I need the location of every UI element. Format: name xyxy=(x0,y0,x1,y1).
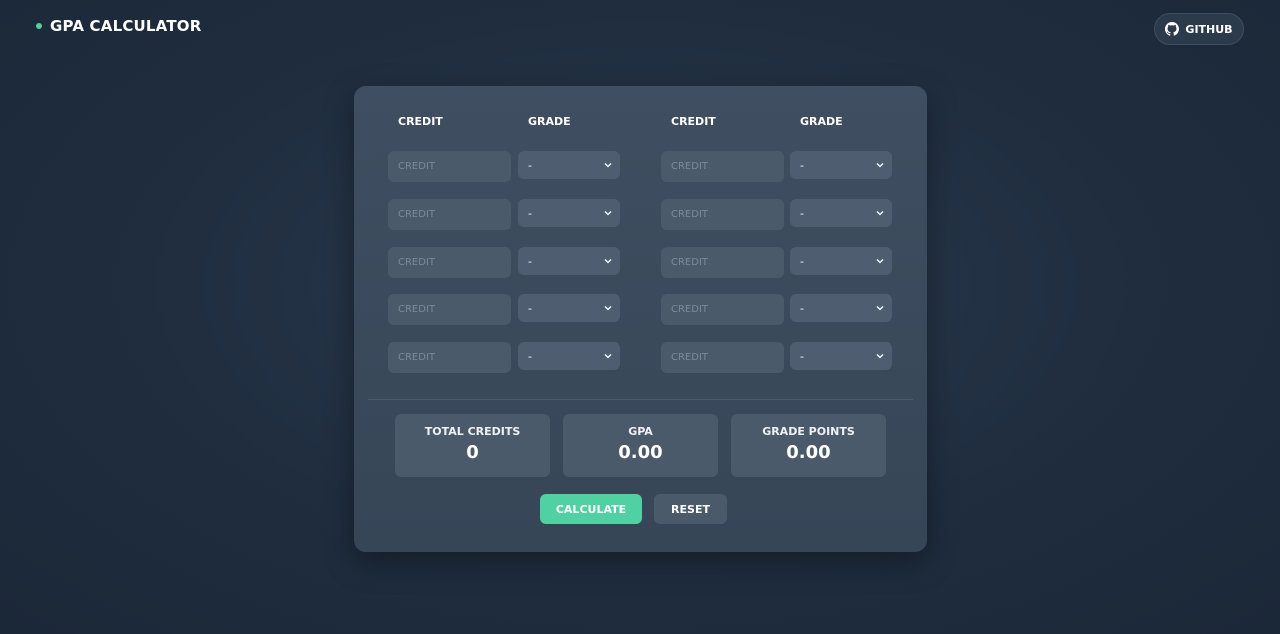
grade-value: - xyxy=(528,206,532,220)
chevron-down-icon xyxy=(604,163,612,168)
grade-select[interactable]: - xyxy=(790,247,892,275)
gpa-label: GPA xyxy=(628,425,653,438)
grade-value: - xyxy=(800,158,804,172)
github-icon xyxy=(1165,22,1180,36)
app-title: GPA CALCULATOR xyxy=(50,17,202,35)
grade-value: - xyxy=(528,158,532,172)
credit-header-left: CREDIT xyxy=(398,115,443,128)
brand: GPA CALCULATOR xyxy=(36,16,201,36)
chevron-down-icon xyxy=(876,211,884,216)
github-label: GITHUB xyxy=(1185,22,1233,36)
github-button[interactable]: GITHUB xyxy=(1154,13,1244,45)
grade-select[interactable]: - xyxy=(518,199,620,227)
grade-value: - xyxy=(528,349,532,363)
credit-input[interactable] xyxy=(661,247,784,278)
grade-value: - xyxy=(800,349,804,363)
grade-select[interactable]: - xyxy=(518,342,620,370)
grade-points-card: GRADE POINTS 0.00 xyxy=(731,414,886,477)
gpa-value: 0.00 xyxy=(618,442,663,463)
chevron-down-icon xyxy=(604,259,612,264)
grade-select[interactable]: - xyxy=(518,294,620,322)
grade-value: - xyxy=(800,254,804,268)
credit-input[interactable] xyxy=(388,151,511,182)
divider xyxy=(368,399,913,400)
grade-select[interactable]: - xyxy=(790,294,892,322)
chevron-down-icon xyxy=(604,306,612,311)
grade-points-label: GRADE POINTS xyxy=(762,425,855,438)
reset-button[interactable]: RESET xyxy=(654,494,727,524)
credit-input[interactable] xyxy=(388,342,511,373)
grade-points-value: 0.00 xyxy=(786,442,831,463)
gpa-card: GPA 0.00 xyxy=(563,414,718,477)
total-credits-value: 0 xyxy=(466,442,479,463)
grade-select[interactable]: - xyxy=(790,342,892,370)
credit-input[interactable] xyxy=(388,294,511,325)
grade-select[interactable]: - xyxy=(518,151,620,179)
credit-input[interactable] xyxy=(661,151,784,182)
calculate-button[interactable]: CALCULATE xyxy=(540,494,642,524)
credit-input[interactable] xyxy=(388,199,511,230)
grade-value: - xyxy=(800,206,804,220)
grade-header-left: GRADE xyxy=(528,115,571,128)
calculator-card: CREDIT GRADE CREDIT GRADE - - - - - - - … xyxy=(354,86,927,552)
total-credits-card: TOTAL CREDITS 0 xyxy=(395,414,550,477)
chevron-down-icon xyxy=(876,306,884,311)
credit-input[interactable] xyxy=(661,342,784,373)
total-credits-label: TOTAL CREDITS xyxy=(424,425,521,438)
credit-input[interactable] xyxy=(661,199,784,230)
grade-value: - xyxy=(528,254,532,268)
grade-select[interactable]: - xyxy=(790,151,892,179)
grade-value: - xyxy=(800,301,804,315)
grade-header-right: GRADE xyxy=(800,115,843,128)
chevron-down-icon xyxy=(876,354,884,359)
credit-header-right: CREDIT xyxy=(671,115,716,128)
chevron-down-icon xyxy=(604,354,612,359)
brand-dot-icon xyxy=(36,23,42,29)
grade-select[interactable]: - xyxy=(518,247,620,275)
credit-input[interactable] xyxy=(661,294,784,325)
chevron-down-icon xyxy=(876,259,884,264)
grade-value: - xyxy=(528,301,532,315)
chevron-down-icon xyxy=(876,163,884,168)
grade-select[interactable]: - xyxy=(790,199,892,227)
chevron-down-icon xyxy=(604,211,612,216)
credit-input[interactable] xyxy=(388,247,511,278)
